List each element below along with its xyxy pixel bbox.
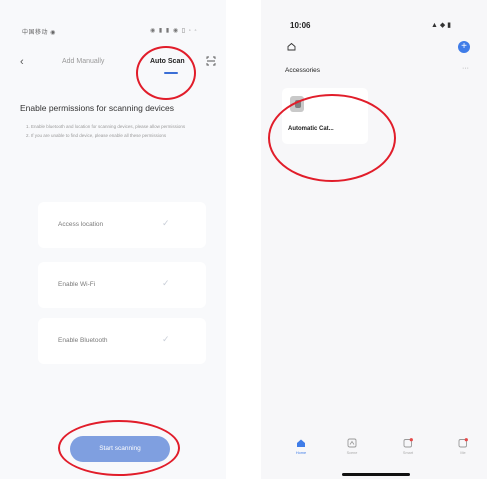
plus-icon[interactable]: + [458,41,470,53]
status-carrier: 中国移动 ◉ [22,30,56,36]
tab-label: Smart [402,451,414,455]
accessories-label: Accessories [285,67,321,74]
permissions-desc-2: 2. If you are unable to find device, ple… [26,133,167,138]
tab-label: Me [460,451,466,455]
permissions-description: 1. Enable bluetooth and location for sca… [26,124,206,139]
permission-item-wifi[interactable]: Enable Wi-Fi ✓ [38,262,206,308]
status-indicators: ◉ ▮ ▮ ◉ ▯ ◦ ◦ [150,28,198,34]
me-icon [458,438,468,448]
permission-label: Enable Wi-Fi [58,281,96,288]
annotation-circle-start-button [58,420,180,476]
smart-icon [403,438,413,448]
tab-add-manually[interactable]: Add Manually [62,58,104,65]
status-time: 10:06 [290,21,311,30]
permissions-title: Enable permissions for scanning devices [20,103,175,113]
permission-label: Enable Bluetooth [58,337,108,344]
tab-smart[interactable]: Smart [388,438,428,455]
check-icon: ✓ [162,278,170,288]
annotation-circle-device [268,94,396,182]
permission-item-bluetooth[interactable]: Enable Bluetooth ✓ [38,318,206,364]
annotation-circle-auto-scan [136,46,196,100]
tab-label: Home [295,451,307,455]
home-indicator [342,473,410,476]
status-indicators: ▲ ◆ ▮ [431,22,452,29]
tab-label: Scene [346,451,358,455]
scan-frame-icon[interactable] [206,56,216,66]
tab-me[interactable]: Me [443,438,483,455]
home-icon [297,439,305,447]
permission-item-location[interactable]: Access location ✓ [38,202,206,248]
chevron-left-icon[interactable]: ‹ [20,57,24,68]
tab-scene[interactable]: Scene [332,438,372,455]
permissions-desc-1: 1. Enable bluetooth and location for sca… [26,124,186,129]
check-icon: ✓ [162,334,170,344]
home-outline-icon[interactable] [287,42,296,51]
tab-home[interactable]: Home [281,438,321,455]
scene-icon [347,438,357,448]
more-icon[interactable]: ··· [462,65,469,72]
check-icon: ✓ [162,218,170,228]
permission-label: Access location [58,221,104,228]
